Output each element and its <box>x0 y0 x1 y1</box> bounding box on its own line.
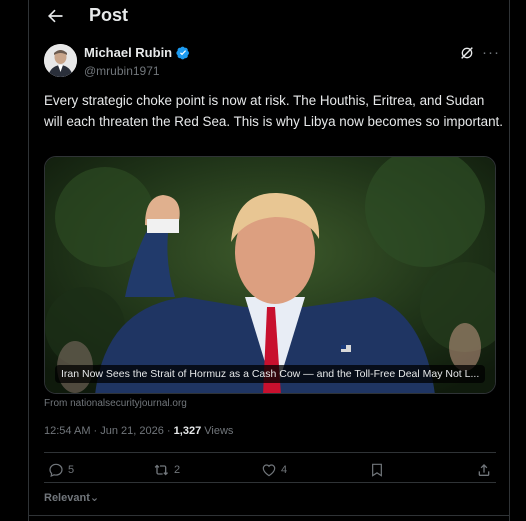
bookmark-icon <box>372 463 382 477</box>
reply-button[interactable]: 5 <box>48 462 74 478</box>
more-options-icon[interactable]: ··· <box>482 44 500 61</box>
verified-badge-icon <box>176 46 190 59</box>
views-count: 1,327 <box>173 425 202 437</box>
author-handle[interactable]: @mrubin1971 <box>84 64 160 78</box>
repost-icon <box>154 464 168 476</box>
link-card[interactable]: Iran Now Sees the Strait of Hormuz as a … <box>44 156 496 394</box>
author-name[interactable]: Michael Rubin <box>84 45 172 60</box>
grok-icon[interactable] <box>459 45 475 61</box>
divider <box>44 452 496 453</box>
share-icon <box>478 464 490 476</box>
meta-separator: · <box>163 425 174 437</box>
repost-button[interactable]: 2 <box>154 462 180 478</box>
heart-icon <box>262 464 276 477</box>
post-header: Post <box>29 0 509 32</box>
action-bar: 5 2 4 <box>44 462 496 482</box>
author-name-row[interactable]: Michael Rubin <box>84 45 190 60</box>
post-column: Post Michael Rubin @mrubin1971 ··· Every… <box>28 0 510 521</box>
like-count: 4 <box>281 464 288 476</box>
card-image <box>45 157 495 393</box>
reply-count: 5 <box>68 464 75 476</box>
divider <box>44 482 496 483</box>
reply-icon <box>49 463 63 477</box>
like-button[interactable]: 4 <box>261 462 287 478</box>
divider <box>29 515 509 516</box>
bookmark-button[interactable] <box>369 462 385 478</box>
avatar[interactable] <box>44 44 77 77</box>
card-caption: Iran Now Sees the Strait of Hormuz as a … <box>55 365 486 383</box>
tweet-text: Every strategic choke point is now at ri… <box>44 93 503 129</box>
post-meta: 12:54 AM · Jun 21, 2026 · 1,327 Views <box>44 425 233 437</box>
back-arrow-icon[interactable] <box>45 6 65 26</box>
chevron-down-icon: ⌄ <box>89 492 100 504</box>
repost-count: 2 <box>174 464 181 476</box>
sort-label: Relevant <box>44 492 90 504</box>
timestamp[interactable]: 12:54 AM · Jun 21, 2026 <box>44 425 164 437</box>
card-source[interactable]: From nationalsecurityjournal.org <box>44 398 187 409</box>
share-button[interactable] <box>476 462 492 478</box>
sort-replies-dropdown[interactable]: Relevant⌄ <box>44 491 99 504</box>
views-label: Views <box>201 425 234 437</box>
page-title: Post <box>89 5 129 25</box>
